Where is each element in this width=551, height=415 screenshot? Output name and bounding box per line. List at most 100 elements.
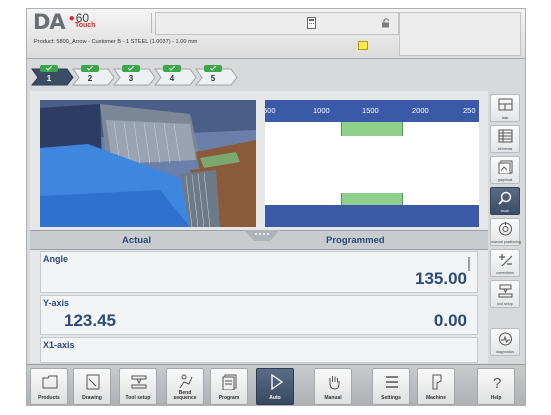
zoom-icon <box>498 191 512 205</box>
bend-tab-5[interactable]: 5 <box>195 64 238 86</box>
nav-button-label: Machine <box>425 395 446 401</box>
svg-text:?: ? <box>493 375 501 390</box>
ruler-tick-label: 1500 <box>362 106 379 115</box>
app-window: DA ● 60 Touch Product: 5800_Arrow - Cust… <box>26 8 526 406</box>
diagnostics-icon <box>499 332 512 346</box>
ruler-tick-label: 500 <box>265 106 276 115</box>
folder-icon <box>42 375 58 389</box>
bend-tabs: 1 2 3 4 5 <box>31 60 331 90</box>
table-icon <box>498 129 513 143</box>
header-status-box <box>155 12 399 35</box>
nav-button-label: Drawing <box>82 395 102 401</box>
program-icon <box>222 374 237 390</box>
note-icon[interactable] <box>358 41 368 50</box>
check-icon <box>122 65 140 72</box>
sidebar-button-corrections[interactable]: corrections <box>490 249 520 277</box>
nav-button-label: Products <box>38 395 60 401</box>
sidebar-button-diagnostics[interactable]: diagnostics <box>490 328 520 356</box>
sidebar-button-graphical[interactable]: graphical <box>490 156 520 184</box>
main-panel: 500 1000 1500 2000 250 Actual Programmed Ang… <box>30 91 488 363</box>
sidebar-button-label: graphical <box>497 178 513 182</box>
check-icon <box>40 65 58 72</box>
axis-row-y-axis[interactable]: Y-axis 123.45 0.00 <box>40 295 478 335</box>
nav-button-label: Program <box>218 395 240 401</box>
ruler-tick-label: 1000 <box>313 106 330 115</box>
upper-tool <box>341 122 403 136</box>
settings-icon <box>386 376 398 388</box>
lock-icon[interactable] <box>381 18 391 28</box>
axis-row-x1-axis[interactable]: X1-axis <box>40 337 478 363</box>
axis-name: X1-axis <box>43 340 75 350</box>
right-sidebar: task all bends graphical touch manual positi… <box>490 91 522 363</box>
drawing-icon <box>86 374 100 390</box>
sidebar-button-all-bends[interactable]: all bends <box>490 125 520 153</box>
nav-button-label: Settings <box>381 395 401 401</box>
bend-tab-1[interactable]: 1 <box>31 64 74 86</box>
machine-2d-view[interactable]: 500 1000 1500 2000 250 <box>265 100 479 227</box>
ruler-tick-label: 2000 <box>412 106 429 115</box>
nav-button-label: Auto <box>269 395 281 401</box>
sidebar-button-manual-positioning[interactable]: manual positioning <box>490 218 521 246</box>
nav-button-drawing[interactable]: Drawing <box>73 368 111 405</box>
nav-button-products[interactable]: Products <box>30 368 68 405</box>
programmed-pane-label: Programmed <box>326 235 385 246</box>
graphic-icon <box>498 160 513 174</box>
sidebar-button-task[interactable]: task <box>490 94 520 122</box>
axis-name: Y-axis <box>43 298 70 308</box>
actual-value: 123.45 <box>64 311 116 330</box>
hand-icon <box>329 376 340 390</box>
sidebar-button-tool-setup[interactable]: tool setup <box>490 280 520 308</box>
nav-button-manual[interactable]: Manual <box>314 368 352 405</box>
bend-tab-number: 4 <box>169 74 175 83</box>
sidebar-button-label: all bends <box>497 147 513 151</box>
axis-name: Angle <box>43 254 69 264</box>
nav-button-help[interactable]: ? Help <box>477 368 515 405</box>
nav-button-label: Bend sequence <box>173 390 197 401</box>
calculator-icon[interactable] <box>307 17 316 29</box>
positioning-icon <box>499 222 512 236</box>
nav-button-program[interactable]: Program <box>210 368 248 405</box>
machine-icon <box>432 374 442 390</box>
sidebar-button-touch[interactable]: touch <box>490 187 520 215</box>
play-icon <box>271 374 284 390</box>
axis-row-angle[interactable]: Angle 135.00 <box>40 251 478 293</box>
header-info-box <box>399 12 521 56</box>
programmed-value[interactable]: 135.00 <box>415 269 467 289</box>
product-info: Product: 5800_Arrow - Customer B - 1 STE… <box>34 39 198 45</box>
sidebar-button-label: task <box>501 116 509 120</box>
pane-toggle-handle[interactable] <box>244 230 280 242</box>
sidebar-button-label: manual positioning <box>491 240 521 244</box>
nav-button-machine[interactable]: Machine <box>417 368 455 405</box>
sidebar-button-label: diagnostics <box>496 350 514 354</box>
help-icon: ? <box>493 375 501 390</box>
nav-button-label: Manual <box>324 395 342 401</box>
check-icon <box>204 65 222 72</box>
bend-tab-2[interactable]: 2 <box>72 64 115 86</box>
bottom-nav: Products Drawing Tool setup Bend sequence Pr… <box>27 364 525 405</box>
bend-tab-3[interactable]: 3 <box>113 64 156 86</box>
nav-button-auto[interactable]: Auto <box>256 368 294 405</box>
ruler-bottom <box>265 205 479 227</box>
tool-setup-icon <box>131 375 147 389</box>
logo-brand: DA <box>33 10 66 34</box>
nav-button-label: Tool setup <box>125 395 151 401</box>
header-divider <box>151 13 152 33</box>
header-bar: DA ● 60 Touch Product: 5800_Arrow - Cust… <box>27 9 525 59</box>
nav-button-bend-sequence[interactable]: Bend sequence <box>166 368 204 405</box>
bend-sequence-icon <box>179 374 193 389</box>
machine-3d-view[interactable] <box>40 100 256 227</box>
bend-tab-number: 3 <box>128 74 134 83</box>
window-icon <box>498 98 513 111</box>
sidebar-button-label: tool setup <box>497 302 513 306</box>
ruler-tick-label: 250 <box>463 106 476 115</box>
check-icon <box>163 65 181 72</box>
nav-button-settings[interactable]: Settings <box>372 368 410 405</box>
bend-tab-number: 1 <box>46 74 52 83</box>
ruler-top: 500 1000 1500 2000 250 <box>265 100 479 122</box>
nav-button-tool-setup[interactable]: Tool setup <box>119 368 157 405</box>
bend-tab-4[interactable]: 4 <box>154 64 197 86</box>
logo-dot-icon: ● <box>68 13 75 24</box>
nav-button-label: Help <box>490 395 502 401</box>
logo-suffix: Touch <box>75 22 96 29</box>
programmed-value[interactable]: 0.00 <box>434 311 467 331</box>
